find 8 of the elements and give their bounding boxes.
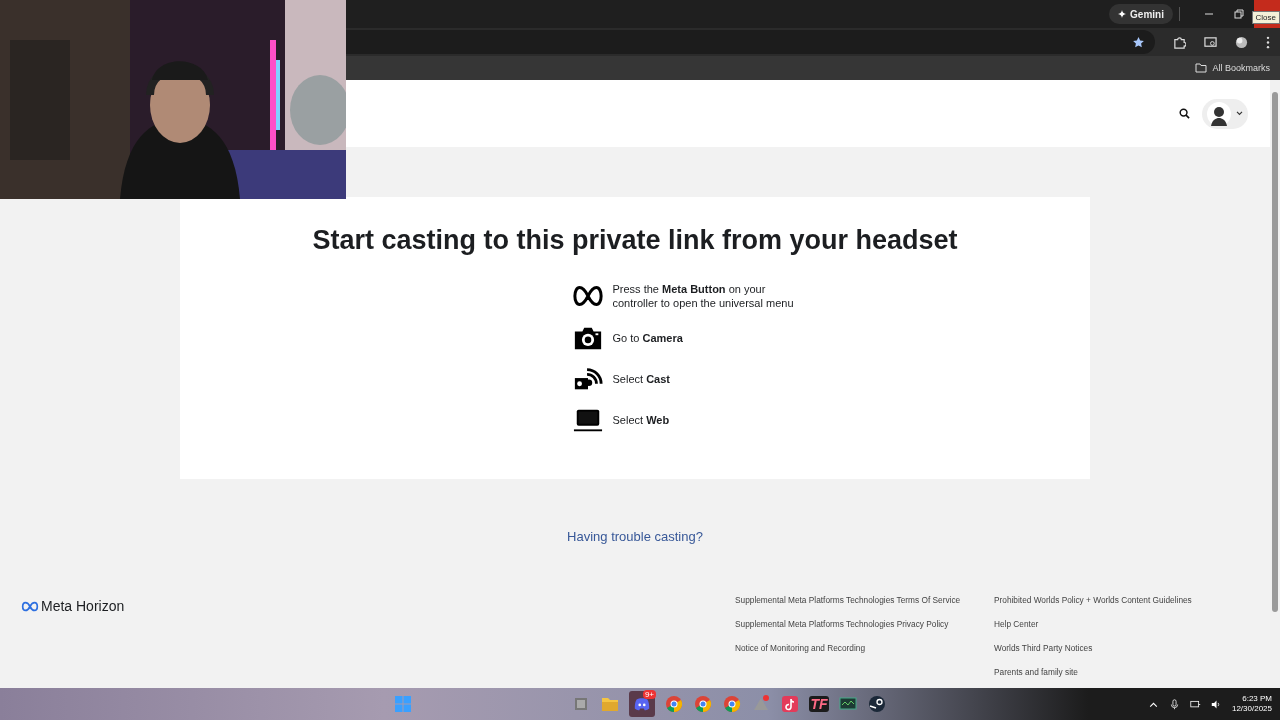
notification-badge: 9+ (642, 690, 656, 699)
logo: Meta Horizon (21, 599, 735, 613)
step-text: Press the Meta Button on your controller to open the universal menu (612, 282, 795, 310)
step-text: Select Web (612, 413, 670, 427)
step-text: Go to Camera (612, 331, 683, 345)
step-text: Select Cast (612, 372, 670, 386)
tooltip: Close (1251, 11, 1280, 24)
card-title: Start casting to this private link from your headset (312, 225, 958, 256)
